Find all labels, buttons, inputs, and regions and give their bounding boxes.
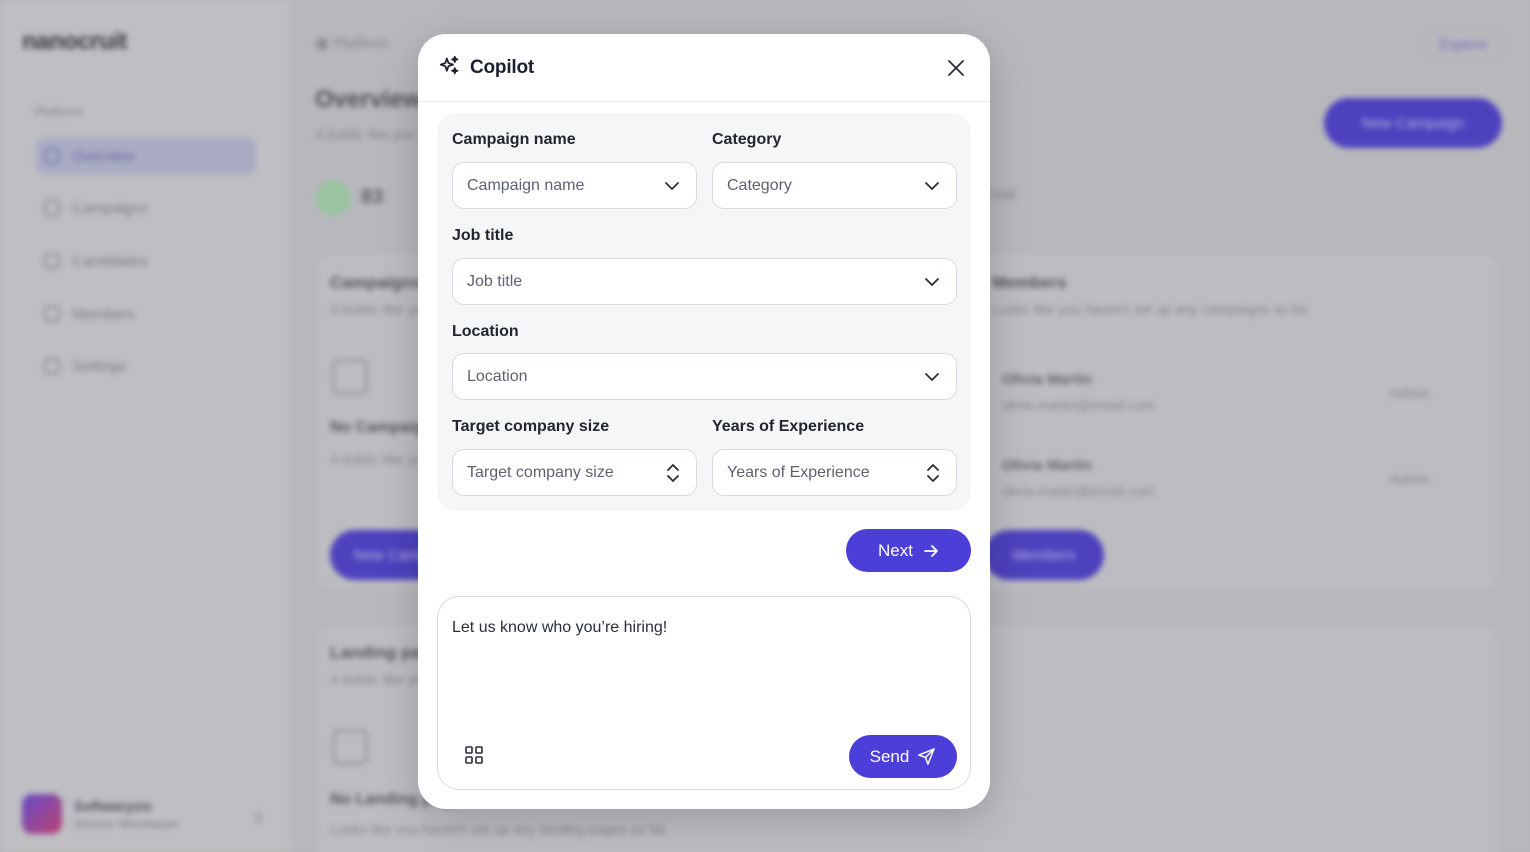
category-label: Category [712, 131, 782, 148]
location-select[interactable]: Location [452, 353, 957, 400]
category-placeholder: Category [727, 176, 792, 194]
copilot-modal: Copilot Campaign name Campaign name Cate… [418, 34, 990, 809]
chevron-updown-icon [667, 463, 679, 482]
campaign-name-placeholder: Campaign name [467, 176, 585, 194]
send-button-label: Send [869, 746, 910, 766]
next-button-label: Next [878, 540, 913, 560]
category-select[interactable]: Category [712, 162, 957, 209]
grid-icon [465, 746, 483, 764]
campaign-name-select[interactable]: Campaign name [452, 162, 697, 209]
company-size-select[interactable]: Target company size [452, 449, 697, 496]
chevron-down-icon [925, 372, 939, 381]
campaign-name-label: Campaign name [452, 131, 576, 148]
close-icon [948, 59, 964, 76]
arrow-right-icon [924, 544, 938, 557]
experience-placeholder: Years of Experience [727, 463, 870, 481]
close-button[interactable] [942, 54, 970, 82]
job-title-label: Job title [452, 227, 514, 244]
chevron-down-icon [925, 277, 939, 286]
job-title-placeholder: Job title [467, 272, 523, 290]
location-placeholder: Location [467, 367, 528, 385]
modal-title: Copilot [470, 56, 535, 78]
chevron-updown-icon [927, 463, 939, 482]
chevron-down-icon [665, 181, 679, 190]
chat-input[interactable]: Let us know who you’re hiring! [452, 619, 667, 637]
experience-label: Years of Experience [712, 418, 865, 435]
chat-input-box[interactable]: Let us know who you’re hiring! Send [437, 596, 971, 790]
location-label: Location [452, 323, 519, 340]
campaign-form: Campaign name Campaign name Category Cat… [438, 114, 970, 510]
job-title-select[interactable]: Job title [452, 258, 957, 305]
sparkles-icon [439, 55, 460, 81]
send-icon [918, 748, 936, 765]
send-button[interactable]: Send [849, 735, 957, 778]
experience-select[interactable]: Years of Experience [712, 449, 957, 496]
apps-grid-button[interactable] [464, 745, 486, 767]
modal-header: Copilot [418, 34, 990, 102]
company-size-label: Target company size [452, 418, 610, 435]
next-button[interactable]: Next [846, 529, 971, 572]
chevron-down-icon [925, 181, 939, 190]
company-size-placeholder: Target company size [467, 463, 614, 481]
